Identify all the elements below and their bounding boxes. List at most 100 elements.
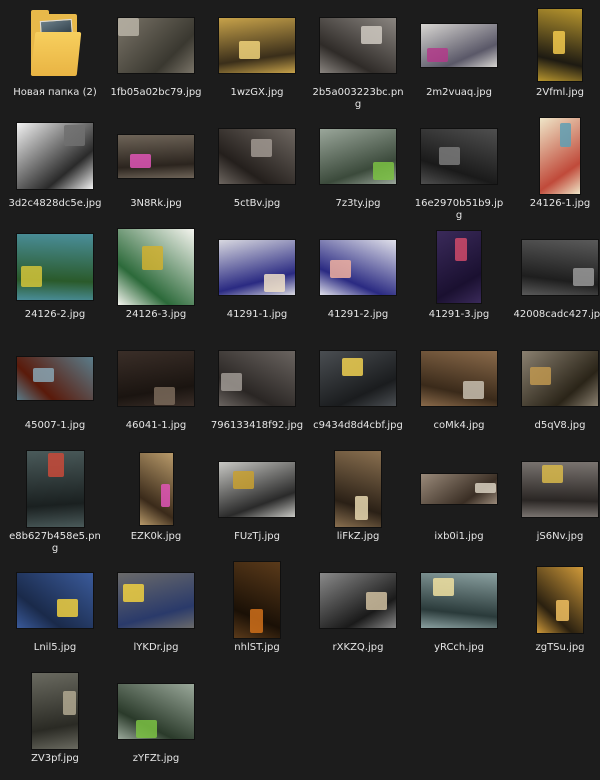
file-item[interactable]: 41291-3.jpg — [412, 228, 506, 336]
file-item[interactable]: rXKZQ.jpg — [311, 561, 405, 669]
file-label: 24126-1.jpg — [529, 198, 591, 209]
file-item[interactable]: 46041-1.jpg — [109, 339, 203, 447]
file-item[interactable]: 45007-1.jpg — [8, 339, 102, 447]
image-thumbnail — [320, 239, 396, 295]
image-thumbnail — [219, 239, 295, 295]
thumbnail-wrap — [210, 561, 304, 639]
folder-label: Новая папка (2) — [13, 87, 97, 98]
thumbnail-wrap — [109, 450, 203, 528]
file-item[interactable]: zYFZt.jpg — [109, 672, 203, 780]
file-item[interactable]: yRCch.jpg — [412, 561, 506, 669]
file-item[interactable]: 796133418f92.jpg — [210, 339, 304, 447]
file-item[interactable]: 41291-1.jpg — [210, 228, 304, 336]
file-item[interactable]: 5ctBv.jpg — [210, 117, 304, 225]
file-item[interactable]: nhlST.jpg — [210, 561, 304, 669]
file-item[interactable]: lYKDr.jpg — [109, 561, 203, 669]
file-item[interactable]: Lnil5.jpg — [8, 561, 102, 669]
file-item[interactable]: 41291-2.jpg — [311, 228, 405, 336]
file-item[interactable]: zgTSu.jpg — [513, 561, 600, 669]
image-thumbnail — [219, 350, 295, 406]
file-item[interactable]: liFkZ.jpg — [311, 450, 405, 558]
image-thumbnail — [522, 350, 598, 406]
file-label: 46041-1.jpg — [125, 420, 187, 431]
file-item[interactable]: 24126-2.jpg — [8, 228, 102, 336]
image-thumbnail — [421, 572, 497, 628]
file-label: 1fb05a02bc79.jpg — [110, 87, 202, 98]
thumbnail-wrap — [8, 117, 102, 195]
file-item[interactable]: 2m2vuaq.jpg — [412, 6, 506, 114]
file-item[interactable]: 2b5a003223bc.png — [311, 6, 405, 114]
file-label: liFkZ.jpg — [336, 531, 380, 542]
image-thumbnail — [17, 356, 93, 400]
file-item[interactable]: 2Vfml.jpg — [513, 6, 600, 114]
image-thumbnail — [320, 350, 396, 406]
file-item[interactable]: e8b627b458e5.png — [8, 450, 102, 558]
thumbnail-wrap — [210, 339, 304, 417]
file-label: 2m2vuaq.jpg — [426, 87, 492, 98]
image-thumbnail — [26, 451, 84, 527]
image-thumbnail — [17, 123, 93, 189]
thumbnail-wrap — [109, 672, 203, 750]
file-label: zgTSu.jpg — [535, 642, 585, 653]
file-label: c9434d8d4cbf.jpg — [313, 420, 403, 431]
file-item[interactable]: 24126-1.jpg — [513, 117, 600, 225]
file-item[interactable]: coMk4.jpg — [412, 339, 506, 447]
file-item[interactable]: 3d2c4828dc5e.jpg — [8, 117, 102, 225]
file-item[interactable]: 7z3ty.jpg — [311, 117, 405, 225]
thumbnail-wrap — [8, 339, 102, 417]
file-label: 24126-3.jpg — [125, 309, 187, 320]
file-item[interactable]: 24126-3.jpg — [109, 228, 203, 336]
image-thumbnail — [538, 9, 582, 81]
image-thumbnail — [320, 572, 396, 628]
file-item[interactable]: 3N8Rk.jpg — [109, 117, 203, 225]
image-thumbnail — [219, 17, 295, 73]
file-item[interactable]: ZV3pf.jpg — [8, 672, 102, 780]
thumbnail-wrap — [513, 6, 600, 84]
thumbnail-wrap — [311, 561, 405, 639]
thumbnail-wrap — [513, 339, 600, 417]
file-item[interactable]: 42008cadc427.jpg — [513, 228, 600, 336]
image-thumbnail — [118, 572, 194, 628]
thumbnail-wrap — [210, 228, 304, 306]
image-thumbnail — [522, 461, 598, 517]
thumbnail-wrap — [311, 450, 405, 528]
file-item[interactable]: EZK0k.jpg — [109, 450, 203, 558]
thumbnail-wrap — [8, 228, 102, 306]
file-item[interactable]: ixb0i1.jpg — [412, 450, 506, 558]
image-thumbnail — [118, 683, 194, 739]
file-label: zYFZt.jpg — [132, 753, 180, 764]
file-item[interactable]: c9434d8d4cbf.jpg — [311, 339, 405, 447]
image-thumbnail — [522, 239, 598, 295]
folder-item[interactable]: Новая папка (2) — [8, 6, 102, 114]
file-label: 5ctBv.jpg — [233, 198, 281, 209]
folder-icon — [30, 10, 82, 76]
thumbnail-wrap — [109, 228, 203, 306]
file-label: 2Vfml.jpg — [536, 87, 584, 98]
file-label: 45007-1.jpg — [24, 420, 86, 431]
image-thumbnail — [139, 453, 173, 525]
image-thumbnail — [118, 17, 194, 73]
thumbnail-wrap — [311, 117, 405, 195]
file-item[interactable]: jS6Nv.jpg — [513, 450, 600, 558]
file-item[interactable]: 16e2970b51b9.jpg — [412, 117, 506, 225]
file-item[interactable]: d5qV8.jpg — [513, 339, 600, 447]
file-label: 24126-2.jpg — [24, 309, 86, 320]
folder-thumb-wrap — [8, 6, 102, 84]
image-thumbnail — [421, 350, 497, 406]
file-label: ZV3pf.jpg — [31, 753, 79, 764]
file-label: jS6Nv.jpg — [536, 531, 584, 542]
file-item[interactable]: FUzTj.jpg — [210, 450, 304, 558]
file-label: 7z3ty.jpg — [335, 198, 381, 209]
file-label: 2b5a003223bc.png — [312, 87, 404, 110]
thumbnail-wrap — [412, 6, 506, 84]
file-label: coMk4.jpg — [433, 420, 485, 431]
file-label: ixb0i1.jpg — [434, 531, 484, 542]
thumbnail-wrap — [513, 228, 600, 306]
thumbnail-wrap — [412, 339, 506, 417]
image-thumbnail — [118, 229, 194, 305]
file-item[interactable]: 1fb05a02bc79.jpg — [109, 6, 203, 114]
thumbnail-wrap — [8, 672, 102, 750]
file-label: 796133418f92.jpg — [210, 420, 304, 431]
file-label: yRCch.jpg — [434, 642, 484, 653]
file-item[interactable]: 1wzGX.jpg — [210, 6, 304, 114]
